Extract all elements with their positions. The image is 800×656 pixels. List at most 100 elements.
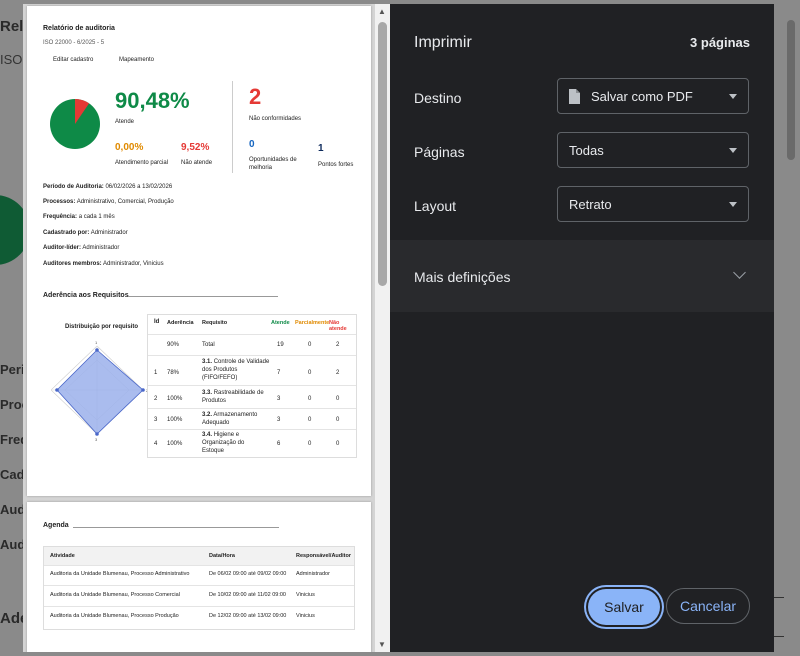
detail-lead-auditor: Auditor-líder: Administrador (43, 245, 119, 251)
bg-item: Cad (0, 467, 25, 482)
detail-registered-by: Cadastrado por: Administrador (43, 230, 128, 236)
pages-label: Páginas (414, 144, 465, 160)
bg-scrollbar (787, 20, 795, 160)
row-atende: 3 (277, 396, 281, 402)
tab-edit[interactable]: Editar cadastro (53, 57, 93, 63)
print-preview[interactable]: Relatório de auditoria ISO 22000 - 6/202… (23, 4, 390, 652)
radar-chart: 1 2 3 4 (51, 340, 149, 442)
layout-label: Layout (414, 198, 457, 214)
detail-label: Auditores membros: (43, 261, 102, 267)
bg-item: Aud (0, 502, 26, 517)
dialog-title: Imprimir (414, 34, 472, 51)
row-line (148, 408, 356, 409)
row-nao: 0 (336, 441, 340, 447)
chevron-down-icon (729, 148, 737, 153)
nao-value: 9,52% (181, 142, 210, 153)
detail-value: Administrador (82, 245, 120, 251)
detail-frequency: Frequência: a cada 1 mês (43, 214, 115, 220)
section-rule (73, 527, 279, 528)
row-req-num: 3.3. (202, 390, 213, 396)
row-id: 2 (154, 396, 158, 402)
row-nao: 2 (336, 370, 340, 376)
row-line (44, 565, 354, 566)
chevron-down-icon (733, 266, 746, 279)
row-req-num: 3.1. (202, 359, 213, 365)
radar-series (56, 349, 144, 435)
row-nao: 0 (336, 396, 340, 402)
row-id: 1 (154, 370, 158, 376)
agenda-th-data: Data/Hora (209, 553, 235, 559)
nc-label: Não conformidades (249, 116, 302, 122)
row-line (148, 355, 356, 356)
row-id: 3 (154, 417, 158, 423)
th-aderencia: Aderência (167, 320, 194, 326)
row-aderencia: 100% (167, 396, 183, 402)
destination-value: Salvar como PDF (591, 89, 693, 104)
row-atende: 6 (277, 441, 281, 447)
pie-chart (50, 99, 100, 149)
nao-label: Não atende (181, 160, 213, 166)
row-parcial: 0 (308, 396, 312, 402)
detail-label: Cadastrado por: (43, 230, 90, 236)
preview-page-1: Relatório de auditoria ISO 22000 - 6/202… (27, 6, 371, 496)
row-aderencia: 90% (167, 342, 180, 348)
row-req-num: 3.4. (202, 432, 213, 438)
row-nao: 2 (336, 342, 340, 348)
agenda-atividade: Auditoria da Unidade Blumenau, Processo … (50, 571, 190, 577)
detail-period: Período de Auditoria: 06/02/2026 a 13/02… (43, 184, 172, 190)
om-label: Oportunidades de melhoria (249, 157, 297, 171)
scroll-up-icon[interactable]: ▲ (378, 7, 386, 16)
pages-select[interactable]: Todas (557, 132, 749, 168)
detail-label: Auditor-líder: (43, 245, 81, 251)
row-req-text: Rastreabilidade de Produtos (202, 390, 264, 404)
detail-label: Período de Auditoria: (43, 184, 104, 190)
bg-item: Peri (0, 362, 25, 377)
scroll-thumb[interactable] (378, 22, 387, 286)
th-id: Id (154, 319, 160, 325)
save-button[interactable]: Salvar (588, 589, 660, 625)
row-requisito: 3.1. Controle de Validade dos Produtos (… (202, 358, 270, 382)
row-req-num: 3.2. (202, 412, 213, 418)
detail-value: Administrador, Vinicius (103, 261, 164, 267)
bg-subtitle: ISO (0, 52, 23, 67)
agenda-data: De 10/02 09:00 até 11/02 09:00 (209, 592, 286, 598)
tab-mapping[interactable]: Mapeamento (119, 57, 154, 63)
divider (232, 81, 233, 173)
row-requisito: 3.4. Higiene e Organização do Estoque (202, 431, 258, 455)
agenda-data: De 06/02 09:00 até 09/02 09:00 (209, 571, 287, 577)
row-aderencia: 100% (167, 417, 183, 423)
section-rule (128, 296, 278, 297)
row-atende: 3 (277, 417, 281, 423)
radar-label-3: 3 (95, 437, 98, 442)
agenda-resp: Vinicius (296, 613, 315, 619)
detail-value: 06/02/2026 a 13/02/2026 (105, 184, 173, 190)
document-icon (569, 89, 580, 104)
detail-processes: Processos: Administrativo, Comercial, Pr… (43, 199, 174, 205)
print-dialog: Imprimir 3 páginas Destino Salvar como P… (390, 4, 774, 652)
radar-title: Distribuição por requisito (65, 324, 139, 330)
row-line (44, 606, 354, 607)
nc-value: 2 (249, 84, 262, 109)
agenda-resp: Vinicius (296, 592, 315, 598)
percent-atende: 90,48% (115, 88, 190, 113)
detail-value: Administrativo, Comercial, Produção (76, 199, 174, 205)
row-line (148, 385, 356, 386)
th-parcial: Parcialmente (295, 320, 330, 326)
pf-label: Pontos fortes (318, 162, 354, 168)
layout-select[interactable]: Retrato (557, 186, 749, 222)
destination-select[interactable]: Salvar como PDF (557, 78, 749, 114)
preview-scrollbar[interactable]: ▲ ▼ (375, 4, 390, 652)
th-nao: Não atende (329, 320, 347, 332)
detail-value: Administrador (90, 230, 128, 236)
requirements-table: Id Aderência Requisito Atende Parcialmen… (147, 314, 357, 458)
more-settings-toggle[interactable]: Mais definições (390, 240, 774, 312)
scroll-down-icon[interactable]: ▼ (378, 640, 386, 649)
layout-value: Retrato (569, 197, 612, 212)
row-nao: 0 (336, 417, 340, 423)
agenda-atividade: Auditoria da Unidade Blumenau, Processo … (50, 613, 179, 619)
row-parcial: 0 (308, 441, 312, 447)
cancel-button[interactable]: Cancelar (666, 588, 750, 624)
agenda-data: De 12/02 09:00 até 13/02 09:00 (209, 613, 287, 619)
row-requisito: Total (202, 342, 215, 348)
bg-title: Rel (0, 18, 24, 35)
